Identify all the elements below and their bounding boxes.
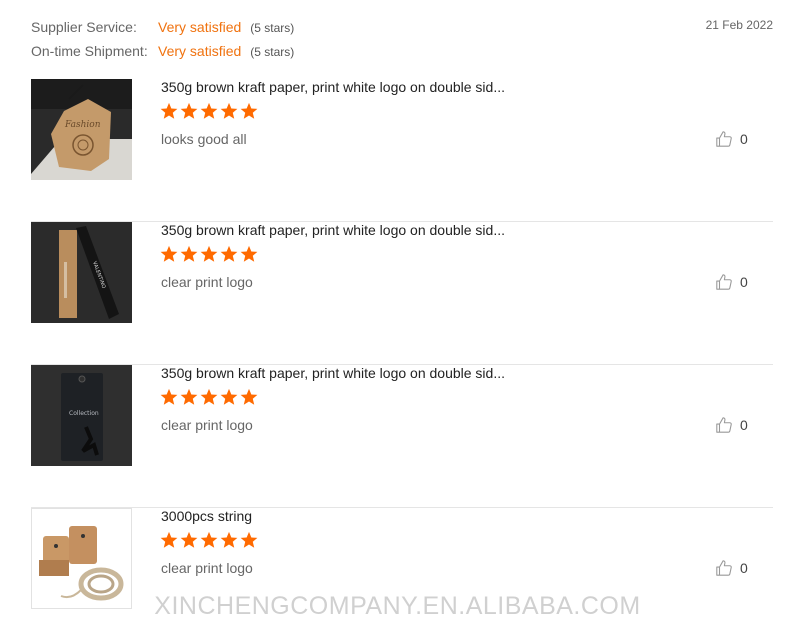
supplier-service-rating: Supplier Service: Very satisfied (5 stars): [31, 19, 294, 35]
black-kraft-hang-tag-image: VALENTINO: [31, 222, 132, 323]
supplier-service-value: Very satisfied: [158, 19, 242, 35]
like-count: 0: [740, 560, 748, 576]
review-comment: clear print logo: [161, 560, 253, 576]
review-comment: clear print logo: [161, 274, 253, 290]
review-item: Fashion 350g brown kraft paper, print wh…: [31, 79, 773, 222]
ontime-shipment-stars: (5 stars): [250, 45, 295, 59]
star-icon: [220, 102, 238, 119]
thumbs-up-icon: [716, 417, 732, 433]
star-icon: [180, 531, 198, 548]
review-product-title[interactable]: 350g brown kraft paper, print white logo…: [161, 79, 505, 95]
ontime-shipment-value: Very satisfied: [158, 43, 242, 59]
like-count: 0: [740, 131, 748, 147]
star-icon: [160, 102, 178, 119]
star-icon: [220, 245, 238, 262]
star-icon: [180, 388, 198, 405]
thumbs-up-icon: [716, 274, 732, 290]
review-star-rating: [160, 531, 258, 549]
like-button[interactable]: 0: [715, 559, 748, 577]
star-icon: [240, 102, 258, 119]
star-icon: [180, 245, 198, 262]
star-icon: [160, 531, 178, 548]
review-item: Collection 350g brown kraft paper, print…: [31, 365, 773, 508]
watermark: XINCHENGCOMPANY.EN.ALIBABA.COM: [154, 592, 641, 620]
star-icon: [200, 102, 218, 119]
thumbs-up-icon: [716, 131, 732, 147]
star-icon: [160, 245, 178, 262]
star-icon: [160, 388, 178, 405]
ontime-shipment-rating: On-time Shipment: Very satisfied (5 stars): [31, 43, 294, 59]
review-product-title[interactable]: 3000pcs string: [161, 508, 252, 524]
ontime-shipment-label: On-time Shipment:: [31, 43, 148, 59]
star-icon: [180, 102, 198, 119]
star-icon: [240, 531, 258, 548]
like-button[interactable]: 0: [715, 416, 748, 434]
like-button[interactable]: 0: [715, 130, 748, 148]
svg-text:Fashion: Fashion: [64, 120, 101, 130]
supplier-service-label: Supplier Service:: [31, 19, 137, 35]
star-icon: [200, 245, 218, 262]
star-icon: [220, 531, 238, 548]
svg-text:Collection: Collection: [69, 410, 99, 417]
star-icon: [200, 531, 218, 548]
product-thumbnail[interactable]: Fashion: [31, 79, 132, 180]
review-date: 21 Feb 2022: [705, 18, 773, 32]
thumbs-up-icon: [716, 560, 732, 576]
star-icon: [240, 388, 258, 405]
review-product-title[interactable]: 350g brown kraft paper, print white logo…: [161, 222, 505, 238]
fashion-kraft-hang-tag-image: Fashion: [31, 79, 132, 180]
supplier-service-stars: (5 stars): [250, 21, 295, 35]
review-product-title[interactable]: 350g brown kraft paper, print white logo…: [161, 365, 505, 381]
like-button[interactable]: 0: [715, 273, 748, 291]
product-thumbnail[interactable]: VALENTINO: [31, 222, 132, 323]
star-icon: [240, 245, 258, 262]
review-comment: clear print logo: [161, 417, 253, 433]
review-star-rating: [160, 388, 258, 406]
star-icon: [200, 388, 218, 405]
star-icon: [220, 388, 238, 405]
review-star-rating: [160, 245, 258, 263]
like-count: 0: [740, 417, 748, 433]
product-thumbnail[interactable]: Collection: [31, 365, 132, 466]
review-item: VALENTINO 350g brown kraft paper, print …: [31, 222, 773, 365]
review-star-rating: [160, 102, 258, 120]
like-count: 0: [740, 274, 748, 290]
review-comment: looks good all: [161, 131, 247, 147]
black-collection-tag-image: Collection: [31, 365, 132, 466]
